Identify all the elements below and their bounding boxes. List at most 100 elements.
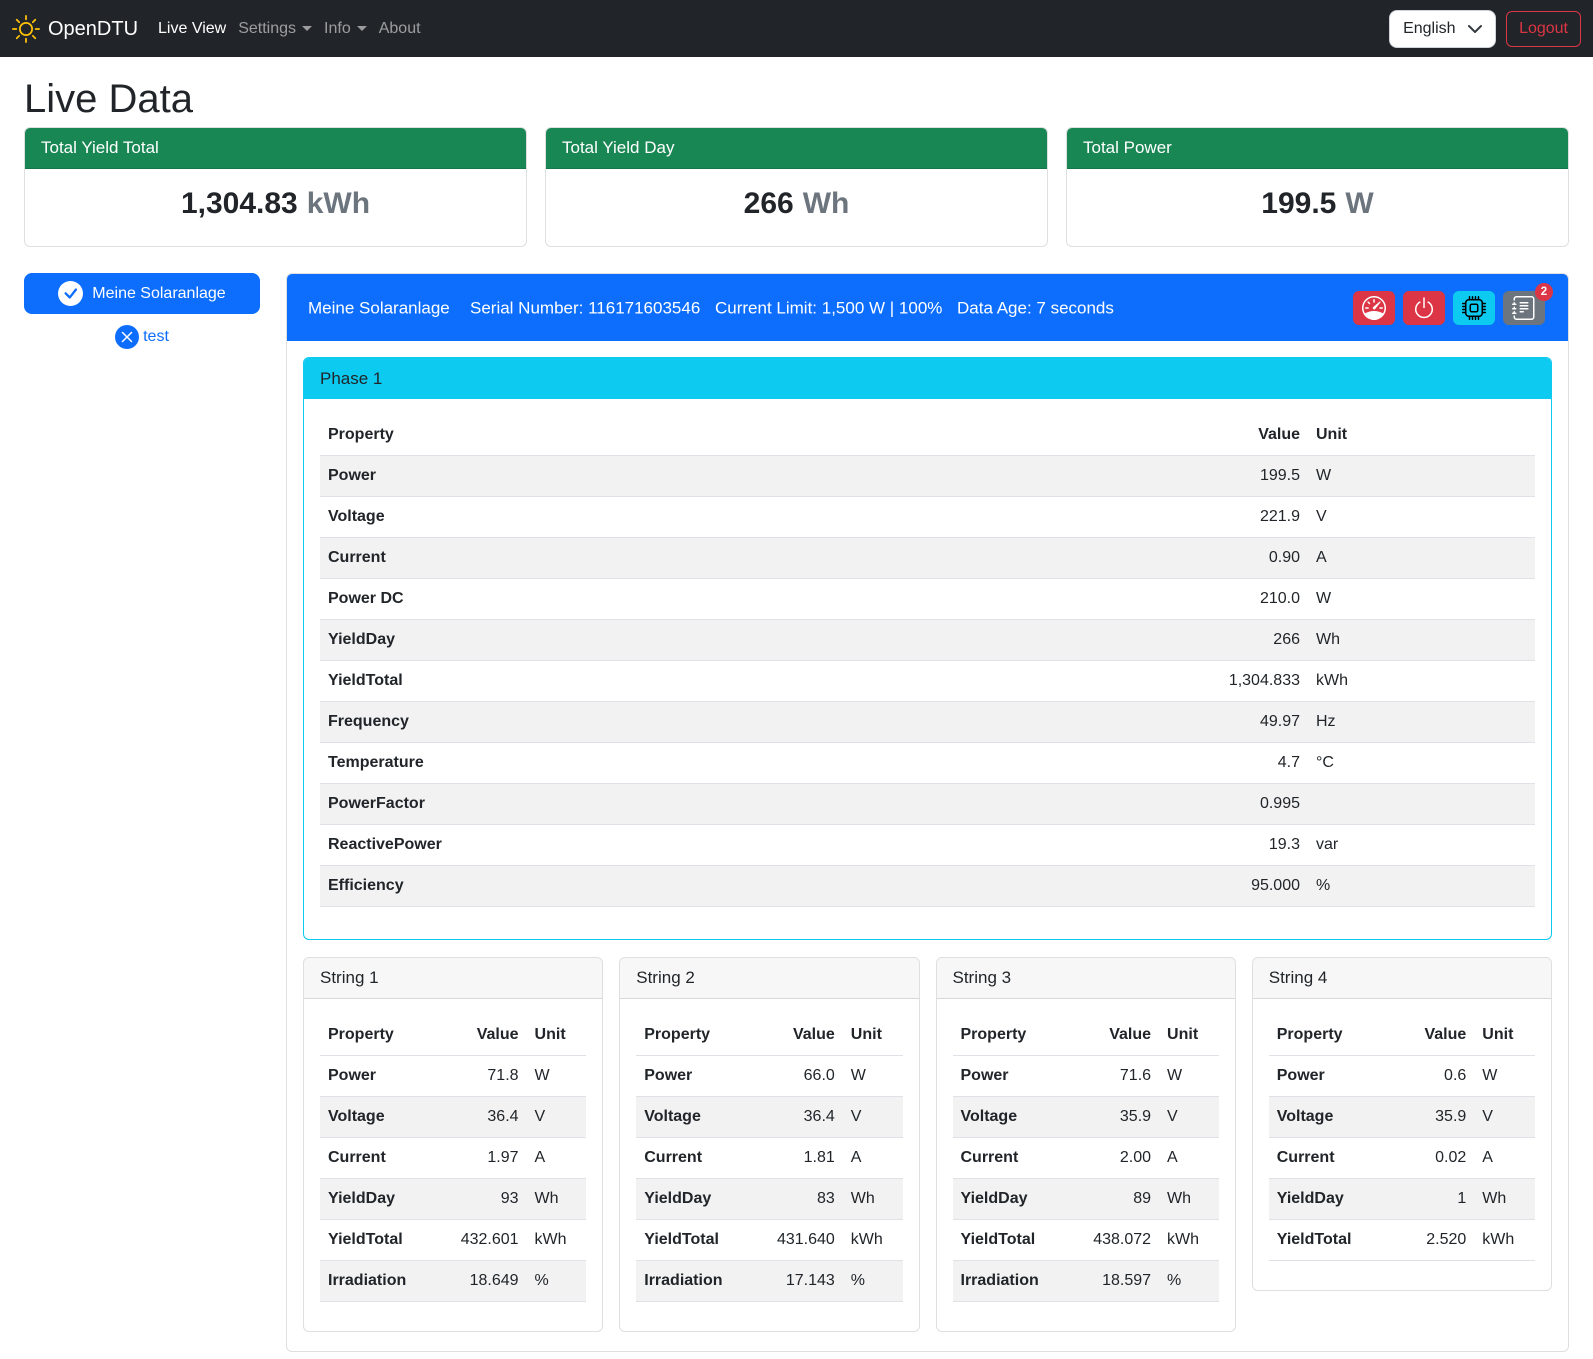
- value-cell: 2.00: [1085, 1138, 1159, 1179]
- unit-cell: %: [527, 1261, 587, 1302]
- table-row: YieldDay83Wh: [636, 1179, 902, 1220]
- inverter-buttons: 2: [1353, 291, 1545, 325]
- value-cell: 0.6: [1405, 1056, 1475, 1097]
- language-select[interactable]: English: [1389, 10, 1496, 48]
- value-cell: 35.9: [1405, 1097, 1475, 1138]
- value-cell: 1.81: [769, 1138, 843, 1179]
- inverter-item-test[interactable]: test: [24, 317, 260, 357]
- caret-down-icon: [357, 26, 367, 31]
- value-cell: 71.6: [1085, 1056, 1159, 1097]
- property-cell: YieldTotal: [320, 661, 1208, 702]
- property-cell: Frequency: [320, 702, 1208, 743]
- inverter-card: Meine Solaranlage Serial Number: 1161716…: [286, 273, 1569, 1352]
- property-cell: YieldDay: [636, 1179, 769, 1220]
- value-cell: 89: [1085, 1179, 1159, 1220]
- property-cell: Current: [320, 1138, 453, 1179]
- table-row: Frequency49.97Hz: [320, 702, 1535, 743]
- string-card-header: String 3: [937, 958, 1235, 999]
- property-cell: YieldTotal: [320, 1220, 453, 1261]
- string-card-body: Property Value Unit Power66.0WVoltage36.…: [620, 999, 918, 1331]
- card-total-yield-total: Total Yield Total 1,304.83 kWh: [24, 127, 527, 247]
- column-header-value: Value: [1405, 1015, 1475, 1056]
- x-circle-icon: [115, 325, 139, 349]
- inverter-data-age: Data Age: 7 seconds: [957, 295, 1114, 321]
- power-settings-button[interactable]: [1403, 291, 1445, 325]
- column-header-value: Value: [453, 1015, 527, 1056]
- strings-row: String 1 Property Value Unit: [303, 957, 1552, 1332]
- column-header-property: Property: [953, 1015, 1086, 1056]
- navbar: OpenDTU Live View Settings Info About En…: [0, 0, 1593, 57]
- property-cell: Voltage: [636, 1097, 769, 1138]
- table-row: YieldTotal2.520kWh: [1269, 1220, 1535, 1261]
- property-cell: Current: [953, 1138, 1086, 1179]
- table-row: Current2.00A: [953, 1138, 1219, 1179]
- column-header-unit: Unit: [1474, 1015, 1535, 1056]
- property-cell: Voltage: [320, 497, 1208, 538]
- unit-cell: W: [527, 1056, 587, 1097]
- value-cell: 1: [1405, 1179, 1475, 1220]
- property-cell: Irradiation: [953, 1261, 1086, 1302]
- nav-item-info[interactable]: Info: [318, 9, 373, 49]
- table-row: Power DC210.0W: [320, 579, 1535, 620]
- property-cell: ReactivePower: [320, 825, 1208, 866]
- logout-button[interactable]: Logout: [1506, 11, 1581, 47]
- unit-cell: Hz: [1308, 702, 1535, 743]
- unit-cell: V: [843, 1097, 903, 1138]
- string-card-body: Property Value Unit Power71.8WVoltage36.…: [304, 999, 602, 1331]
- value-cell: 221.9: [1208, 497, 1308, 538]
- column-header-property: Property: [320, 1015, 453, 1056]
- nav-item-about[interactable]: About: [373, 9, 427, 49]
- value-cell: 18.649: [453, 1261, 527, 1302]
- property-cell: Efficiency: [320, 866, 1208, 907]
- value-cell: 36.4: [453, 1097, 527, 1138]
- value-cell: 17.143: [769, 1261, 843, 1302]
- unit-cell: A: [1159, 1138, 1219, 1179]
- property-cell: Power DC: [320, 579, 1208, 620]
- inverter-select-button[interactable]: Meine Solaranlage: [24, 273, 260, 314]
- unit-cell: Wh: [1308, 620, 1535, 661]
- chevron-down-icon: [1467, 21, 1483, 37]
- card-unit: W: [1345, 181, 1373, 226]
- table-row: Power0.6W: [1269, 1056, 1535, 1097]
- card-header: Total Power: [1067, 128, 1568, 169]
- unit-cell: %: [843, 1261, 903, 1302]
- brand-link[interactable]: OpenDTU: [12, 14, 138, 44]
- unit-cell: W: [1474, 1056, 1535, 1097]
- property-cell: Power: [320, 456, 1208, 497]
- device-info-button[interactable]: [1453, 291, 1495, 325]
- table-row: Irradiation18.597%: [953, 1261, 1219, 1302]
- card-total-power: Total Power 199.5 W: [1066, 127, 1569, 247]
- property-cell: Voltage: [953, 1097, 1086, 1138]
- unit-cell: W: [1308, 579, 1535, 620]
- unit-cell: [1308, 784, 1535, 825]
- unit-cell: kWh: [1308, 661, 1535, 702]
- unit-cell: var: [1308, 825, 1535, 866]
- page-container: Live Data Total Yield Total 1,304.83 kWh…: [0, 75, 1593, 1352]
- property-cell: Temperature: [320, 743, 1208, 784]
- event-log-button[interactable]: 2: [1503, 291, 1545, 325]
- value-cell: 71.8: [453, 1056, 527, 1097]
- property-cell: Voltage: [320, 1097, 453, 1138]
- value-cell: 49.97: [1208, 702, 1308, 743]
- unit-cell: Wh: [1474, 1179, 1535, 1220]
- table-row: Voltage36.4V: [320, 1097, 586, 1138]
- table-row: Current0.02A: [1269, 1138, 1535, 1179]
- value-cell: 19.3: [1208, 825, 1308, 866]
- sun-icon: [12, 15, 40, 43]
- nav-item-settings[interactable]: Settings: [232, 9, 318, 49]
- limit-settings-button[interactable]: [1353, 291, 1395, 325]
- table-row: Voltage35.9V: [953, 1097, 1219, 1138]
- property-cell: PowerFactor: [320, 784, 1208, 825]
- table-row: Current1.97A: [320, 1138, 586, 1179]
- unit-cell: W: [843, 1056, 903, 1097]
- table-row: YieldDay89Wh: [953, 1179, 1219, 1220]
- card-value: 266: [744, 181, 794, 226]
- unit-cell: A: [527, 1138, 587, 1179]
- power-icon: [1412, 296, 1436, 320]
- string-card-4: String 4 Property Value Unit: [1252, 957, 1552, 1291]
- nav-item-live-view[interactable]: Live View: [152, 9, 232, 49]
- value-cell: 199.5: [1208, 456, 1308, 497]
- unit-cell: W: [1159, 1056, 1219, 1097]
- inverter-serial: Serial Number: 116171603546: [470, 295, 700, 321]
- card-unit: Wh: [803, 181, 850, 226]
